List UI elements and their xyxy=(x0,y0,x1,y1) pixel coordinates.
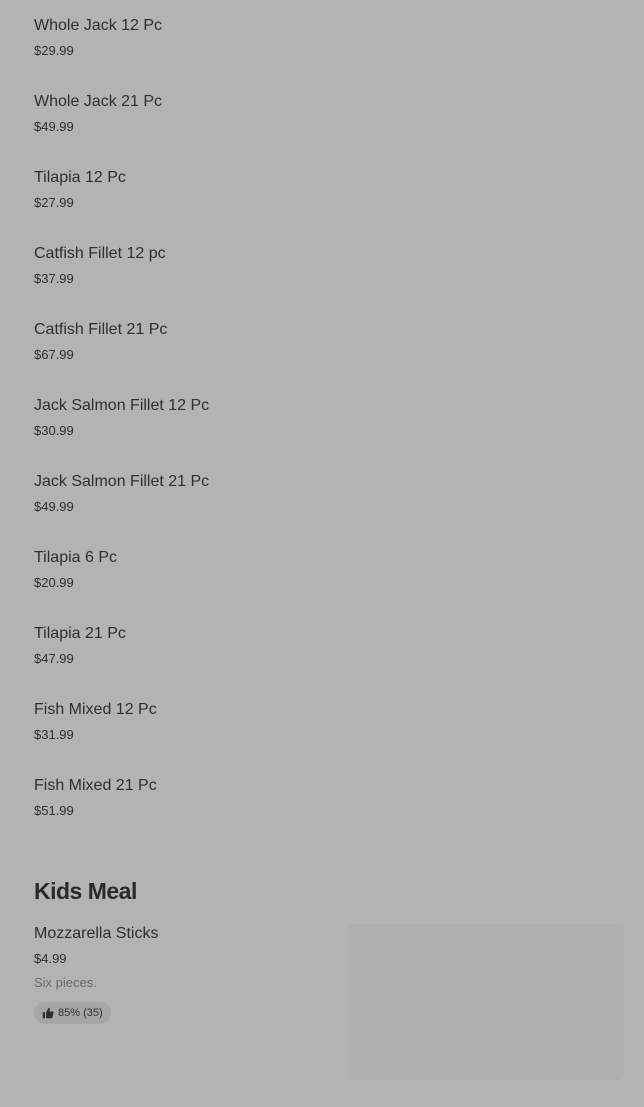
menu-item-name: Tilapia 6 Pc xyxy=(34,549,117,566)
menu-item-name: Whole Jack 21 Pc xyxy=(34,93,163,110)
menu-item-image[interactable] xyxy=(348,924,624,1080)
menu-item-price: $27.99 xyxy=(34,195,74,210)
menu-item-mozzarella-sticks[interactable]: Mozzarella Sticks $4.99 Six pieces. 85% … xyxy=(34,924,624,1084)
rating-badge: 85% (35) xyxy=(34,1002,111,1024)
menu-item-name: Jack Salmon Fillet 12 Pc xyxy=(34,397,210,414)
menu-item-price: $29.99 xyxy=(34,43,74,58)
menu-item-price: $37.99 xyxy=(34,271,74,286)
menu-item[interactable]: Catfish Fillet 12 pc $37.99 xyxy=(34,238,624,298)
menu-item-name: Tilapia 12 Pc xyxy=(34,169,126,186)
menu-item-name: Mozzarella Sticks xyxy=(34,925,159,942)
menu-item-name: Jack Salmon Fillet 21 Pc xyxy=(34,473,210,490)
menu-item-name: Tilapia 21 Pc xyxy=(34,625,126,642)
menu-item-name: Catfish Fillet 21 Pc xyxy=(34,321,168,338)
rating-text: 85% (35) xyxy=(58,1007,103,1019)
menu-item-price: $49.99 xyxy=(34,119,74,134)
menu-item-name: Fish Mixed 21 Pc xyxy=(34,777,157,794)
menu-item[interactable]: Tilapia 12 Pc $27.99 xyxy=(34,162,624,222)
menu-item[interactable]: Whole Jack 12 Pc $29.99 xyxy=(34,10,624,70)
menu-item-name: Fish Mixed 12 Pc xyxy=(34,701,157,718)
menu-item[interactable]: Fish Mixed 12 Pc $31.99 xyxy=(34,694,624,754)
section-title-kids-meal: Kids Meal xyxy=(34,878,137,904)
menu-item-price: $4.99 xyxy=(34,951,67,966)
menu-item-name: Catfish Fillet 12 pc xyxy=(34,245,166,262)
menu-item-price: $20.99 xyxy=(34,575,74,590)
menu-item[interactable]: Fish Mixed 21 Pc $51.99 xyxy=(34,770,624,830)
menu-item[interactable]: Whole Jack 21 Pc $49.99 xyxy=(34,86,624,146)
menu-item-name: Whole Jack 12 Pc xyxy=(34,17,163,34)
menu-item-price: $51.99 xyxy=(34,803,74,818)
menu-item[interactable]: Tilapia 21 Pc $47.99 xyxy=(34,618,624,678)
menu-item-description: Six pieces. xyxy=(34,975,97,990)
menu-item[interactable]: Tilapia 6 Pc $20.99 xyxy=(34,542,624,602)
menu-item-price: $30.99 xyxy=(34,423,74,438)
menu-item[interactable]: Catfish Fillet 21 Pc $67.99 xyxy=(34,314,624,374)
thumbs-up-icon xyxy=(42,1007,54,1019)
menu-item-price: $47.99 xyxy=(34,651,74,666)
menu-item-price: $31.99 xyxy=(34,727,74,742)
menu-item-price: $67.99 xyxy=(34,347,74,362)
menu-item[interactable]: Jack Salmon Fillet 12 Pc $30.99 xyxy=(34,390,624,450)
menu-item[interactable]: Jack Salmon Fillet 21 Pc $49.99 xyxy=(34,466,624,526)
menu-item-price: $49.99 xyxy=(34,499,74,514)
